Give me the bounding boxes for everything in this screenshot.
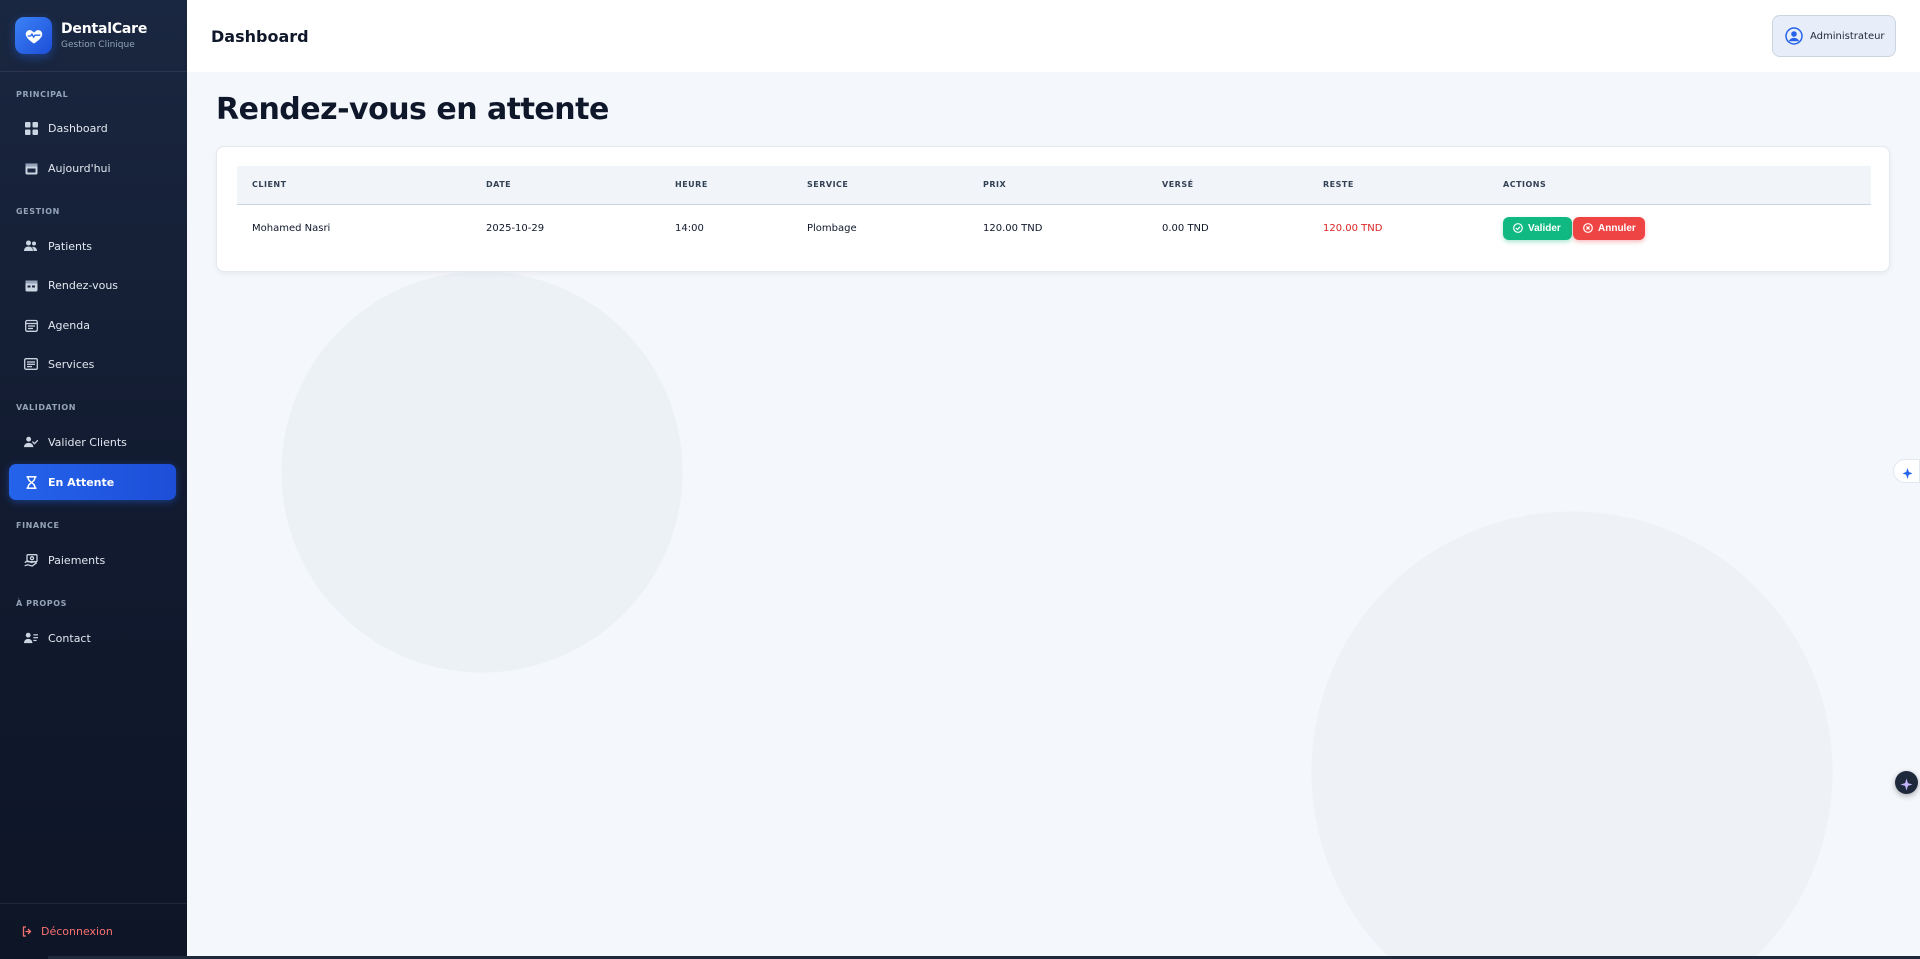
column-header-paid: VERSÉ <box>1147 166 1308 205</box>
user-check-icon <box>24 435 38 449</box>
heart-logo-icon <box>15 17 52 54</box>
section-label-about: À PROPOS <box>16 599 68 608</box>
pending-appointments-card: CLIENT DATE HEURE SERVICE PRIX VERSÉ RES… <box>216 146 1890 272</box>
table-row: Mohamed Nasri 2025-10-29 14:00 Plombage … <box>237 204 1871 252</box>
sidebar-item-services[interactable]: Services <box>9 346 176 382</box>
validate-label: Valider <box>1528 222 1561 234</box>
contact-icon <box>24 631 38 645</box>
sidebar-item-label: Dashboard <box>48 121 108 135</box>
x-circle-icon <box>1583 223 1593 234</box>
column-header-client: CLIENT <box>237 166 471 205</box>
validate-button[interactable]: Valider <box>1503 216 1572 240</box>
top-header: Dashboard Administrateur <box>187 0 1920 72</box>
users-icon <box>24 239 38 253</box>
column-header-time: HEURE <box>660 166 792 205</box>
table-header-row: CLIENT DATE HEURE SERVICE PRIX VERSÉ RES… <box>237 166 1871 205</box>
cell-time: 14:00 <box>675 222 704 234</box>
star-icon <box>1900 776 1913 795</box>
cell-remaining: 120.00 TND <box>1323 222 1383 234</box>
column-header-service: SERVICE <box>792 166 968 205</box>
sidebar-item-label: Rendez-vous <box>48 278 119 292</box>
page-title: Rendez-vous en attente <box>216 92 609 127</box>
sidebar-item-agenda[interactable]: Agenda <box>9 307 176 343</box>
cell-client: Mohamed Nasri <box>252 222 331 234</box>
section-label-finance: FINANCE <box>16 521 60 530</box>
pending-appointments-table: CLIENT DATE HEURE SERVICE PRIX VERSÉ RES… <box>237 166 1871 252</box>
column-header-price: PRIX <box>968 166 1147 205</box>
check-circle-icon <box>1513 223 1523 234</box>
sidebar-item-label: Patients <box>48 239 93 253</box>
user-avatar-icon <box>1785 27 1803 45</box>
cell-actions: Valider Annuler <box>1488 204 1871 252</box>
sidebar-item-appointments[interactable]: Rendez-vous <box>9 267 176 303</box>
sidebar-item-label: Valider Clients <box>48 435 127 449</box>
sidebar-item-today[interactable]: Aujourd'hui <box>9 150 176 186</box>
user-name: Administrateur <box>1810 30 1885 42</box>
sidebar-item-label: Aujourd'hui <box>48 161 111 175</box>
section-label-principal: PRINCIPAL <box>16 90 69 99</box>
sidebar-item-label: Paiements <box>48 553 106 567</box>
sidebar-item-pending[interactable]: En Attente <box>9 464 176 500</box>
cancel-label: Annuler <box>1598 222 1636 234</box>
sidebar-item-patients[interactable]: Patients <box>9 228 176 264</box>
logout-button[interactable]: Déconnexion <box>0 903 187 959</box>
column-header-remaining: RESTE <box>1308 166 1488 205</box>
sidebar-item-contact[interactable]: Contact <box>9 620 176 656</box>
logout-label: Déconnexion <box>41 925 113 938</box>
cancel-button[interactable]: Annuler <box>1573 216 1645 240</box>
sidebar-item-label: Services <box>48 357 95 371</box>
edge-assistant-button[interactable] <box>1893 459 1920 483</box>
logout-icon <box>22 926 33 937</box>
section-label-gestion: GESTION <box>16 207 60 216</box>
header-title: Dashboard <box>211 26 309 46</box>
sidebar-item-label: Agenda <box>48 318 90 332</box>
section-label-validation: VALIDATION <box>16 403 77 412</box>
cell-service: Plombage <box>807 222 857 234</box>
payment-icon <box>24 553 38 567</box>
sidebar-item-label: En Attente <box>48 475 115 489</box>
list-icon <box>24 357 38 371</box>
floating-ai-button[interactable] <box>1895 771 1918 794</box>
sidebar-item-validate-clients[interactable]: Valider Clients <box>9 424 176 460</box>
brand-subtitle: Gestion Clinique <box>61 40 135 50</box>
cell-paid: 0.00 TND <box>1162 222 1209 234</box>
brand-title: DentalCare <box>61 21 148 37</box>
calendar-check-icon <box>24 278 38 292</box>
sidebar-item-dashboard[interactable]: Dashboard <box>9 110 176 146</box>
sidebar-item-label: Contact <box>48 631 91 645</box>
user-menu-button[interactable]: Administrateur <box>1772 15 1896 57</box>
main-content: Rendez-vous en attente CLIENT DATE HEURE… <box>187 72 1920 959</box>
brand[interactable]: DentalCare Gestion Clinique <box>0 0 187 72</box>
agenda-icon <box>24 318 38 332</box>
sidebar-item-payments[interactable]: Paiements <box>9 542 176 578</box>
cell-price: 120.00 TND <box>983 222 1043 234</box>
column-header-actions: ACTIONS <box>1488 166 1871 205</box>
cell-date: 2025-10-29 <box>486 222 545 234</box>
column-header-date: DATE <box>471 166 660 205</box>
sidebar: DentalCare Gestion Clinique PRINCIPAL Da… <box>0 0 187 959</box>
hourglass-icon <box>24 475 38 489</box>
calendar-icon <box>24 161 38 175</box>
grid-icon <box>24 121 38 135</box>
sparkle-icon <box>1901 465 1914 484</box>
